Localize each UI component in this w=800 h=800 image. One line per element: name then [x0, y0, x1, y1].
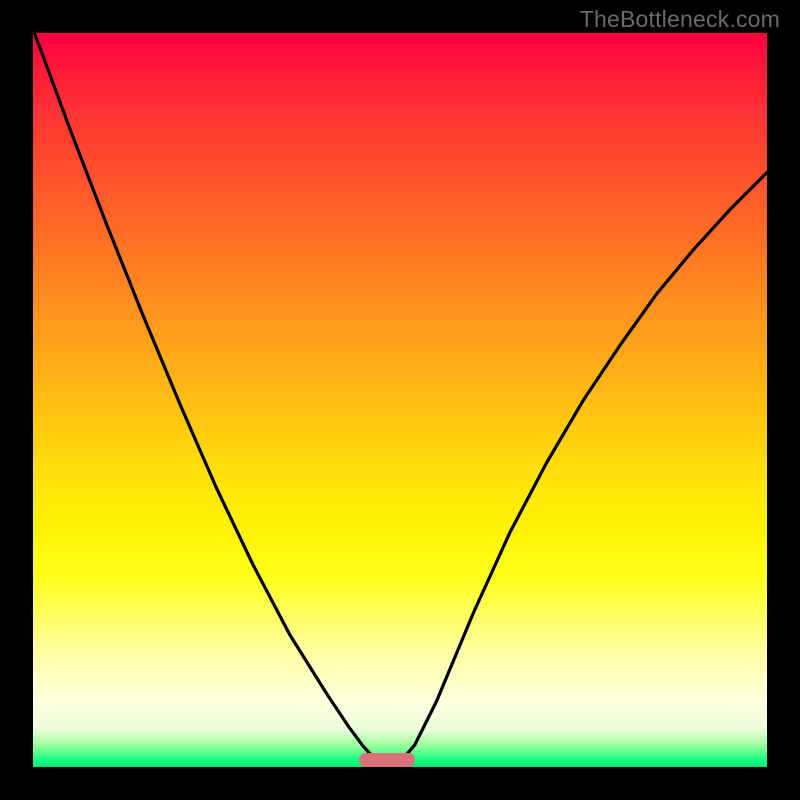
right-curve	[399, 173, 768, 765]
left-curve	[35, 33, 382, 764]
optimum-marker	[359, 753, 415, 767]
watermark-text: TheBottleneck.com	[580, 6, 780, 33]
curves-layer	[33, 33, 767, 767]
outer-frame: TheBottleneck.com	[0, 0, 800, 800]
plot-area	[33, 33, 767, 767]
